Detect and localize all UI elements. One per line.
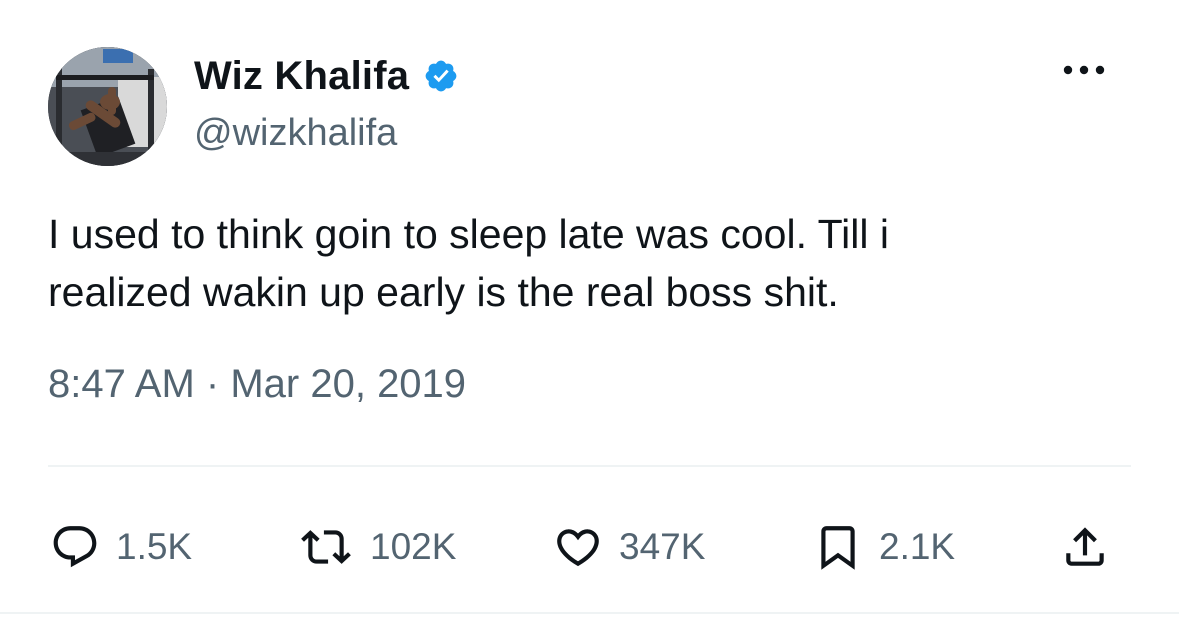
- author-handle[interactable]: @wizkhalifa: [194, 112, 397, 155]
- more-icon: [1063, 65, 1105, 75]
- retweet-count: 102K: [370, 526, 457, 567]
- bookmark-icon: [821, 526, 855, 570]
- reply-button[interactable]: 1.5K: [50, 517, 192, 577]
- display-name[interactable]: Wiz Khalifa: [194, 54, 409, 99]
- author-name-row[interactable]: Wiz Khalifa: [194, 50, 459, 102]
- share-button[interactable]: [1060, 517, 1110, 577]
- bookmark-button[interactable]: 2.1K: [813, 517, 955, 577]
- tweet-text-line: realized wakin up early is the real boss…: [48, 269, 839, 315]
- like-count: 347K: [619, 526, 706, 567]
- retweet-icon: [301, 530, 351, 564]
- bookmark-count: 2.1K: [879, 526, 956, 567]
- reply-icon: [53, 526, 97, 568]
- reply-count: 1.5K: [116, 526, 193, 567]
- more-options-button[interactable]: [1060, 60, 1108, 80]
- avatar-image: [48, 47, 167, 166]
- like-button[interactable]: 347K: [553, 517, 705, 577]
- share-icon: [1066, 527, 1104, 566]
- bottom-divider: [0, 612, 1179, 614]
- avatar[interactable]: [48, 47, 167, 166]
- tweet-text-line: I used to think goin to sleep late was c…: [48, 211, 889, 257]
- timestamp-separator: ·: [205, 362, 220, 406]
- tweet-text: I used to think goin to sleep late was c…: [48, 205, 1128, 321]
- verified-badge-icon: [425, 60, 457, 92]
- retweet-button[interactable]: 102K: [298, 517, 456, 577]
- heart-icon: [557, 529, 599, 567]
- divider: [48, 465, 1131, 467]
- tweet-time[interactable]: 8:47 AM: [48, 362, 195, 406]
- tweet-date[interactable]: Mar 20, 2019: [230, 362, 466, 406]
- tweet-timestamp[interactable]: 8:47 AM · Mar 20, 2019: [48, 362, 466, 407]
